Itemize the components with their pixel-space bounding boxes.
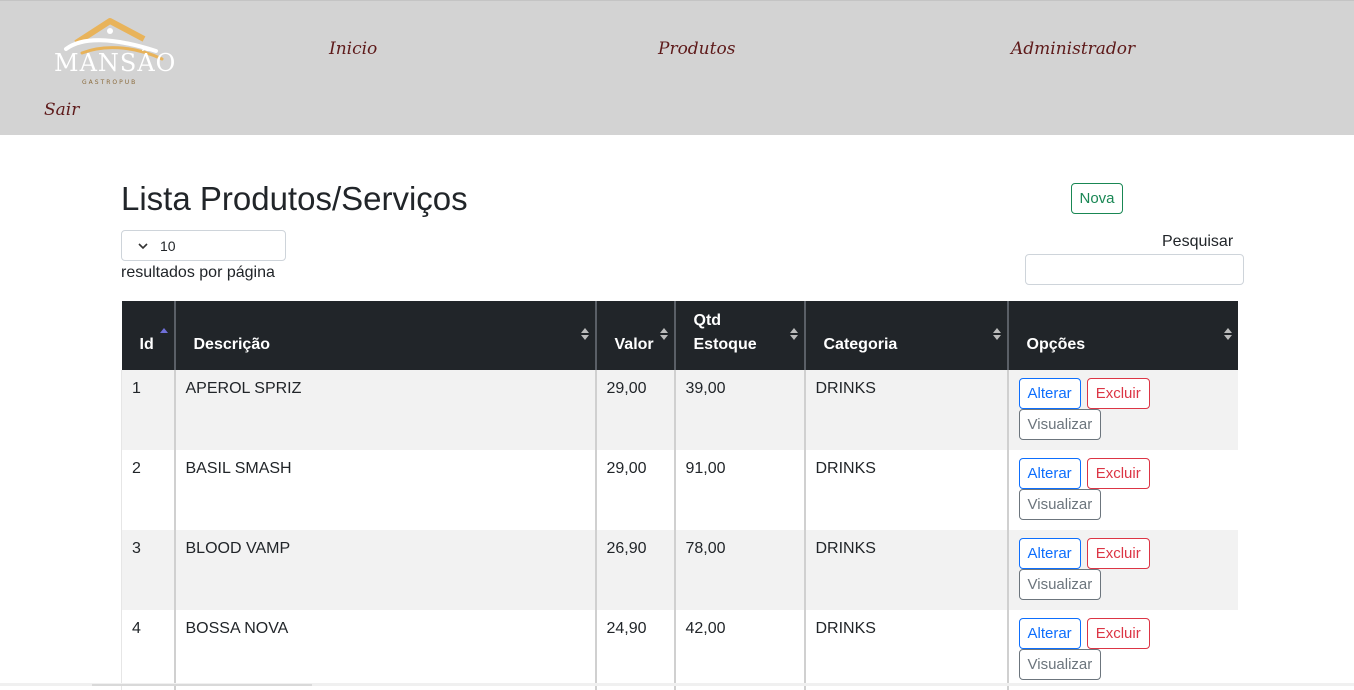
cell-descricao: BASIL SMASH (173, 450, 596, 530)
nav-administrador[interactable]: Administrador (1011, 39, 1135, 59)
cell-descricao: BLOOD VAMP (173, 530, 596, 610)
view-button[interactable]: Visualizar (1018, 489, 1102, 520)
column-header-label: Qtd Estoque (693, 312, 757, 353)
column-header-id[interactable]: Id (121, 301, 175, 370)
sort-icon (580, 328, 589, 340)
products-table: Id Descrição Valor Qtd Estoque Categoria… (121, 301, 1238, 690)
cell-qtd-estoque: 39,00 (673, 370, 805, 450)
table-header-row: Id Descrição Valor Qtd Estoque Categoria… (121, 301, 1238, 370)
cell-valor: 29,00 (594, 370, 675, 450)
chevron-down-icon (138, 242, 148, 249)
logo-text: MANSÃO (54, 49, 177, 77)
cell-opcoes: Alterar Excluir Visualizar (1006, 450, 1238, 530)
sort-icon (659, 328, 668, 340)
delete-button[interactable]: Excluir (1086, 538, 1150, 569)
column-header-label: Categoria (823, 336, 898, 353)
cell-opcoes: Alterar Excluir Visualizar (1006, 530, 1238, 610)
column-header-valor[interactable]: Valor (594, 301, 675, 370)
column-header-opcoes[interactable]: Opções (1006, 301, 1238, 370)
cell-valor: 26,90 (594, 530, 675, 610)
sort-ascending-icon (159, 328, 168, 333)
nav-inicio[interactable]: Inicio (329, 39, 377, 59)
cell-qtd-estoque: 42,00 (673, 610, 805, 690)
nav-produtos[interactable]: Produtos (658, 39, 735, 59)
cell-valor: 29,00 (594, 450, 675, 530)
nav-sair[interactable]: Sair (44, 100, 79, 120)
new-button[interactable]: Nova (1071, 183, 1123, 214)
cell-qtd-estoque: 78,00 (673, 530, 805, 610)
table-row: 2 BASIL SMASH 29,00 91,00 DRINKS Alterar… (121, 450, 1238, 530)
delete-button[interactable]: Excluir (1086, 378, 1150, 409)
cell-categoria: DRINKS (803, 530, 1008, 610)
table-row: 4 BOSSA NOVA 24,90 42,00 DRINKS Alterar … (121, 610, 1238, 690)
cell-id: 1 (121, 370, 175, 450)
sort-icon (1223, 328, 1232, 340)
cell-id: 3 (121, 530, 175, 610)
column-header-label: Opções (1026, 336, 1086, 353)
edit-button[interactable]: Alterar (1018, 378, 1081, 409)
cell-valor: 24,90 (594, 610, 675, 690)
cell-qtd-estoque: 91,00 (673, 450, 805, 530)
column-header-label: Valor (614, 336, 654, 353)
search-input[interactable] (1025, 254, 1244, 285)
sort-icon (992, 328, 1001, 340)
delete-button[interactable]: Excluir (1086, 458, 1150, 489)
logo-subtext: GASTROPUB (82, 79, 138, 86)
cell-descricao: APEROL SPRIZ (173, 370, 596, 450)
column-header-categoria[interactable]: Categoria (803, 301, 1008, 370)
cell-id: 4 (121, 610, 175, 690)
cell-id: 2 (121, 450, 175, 530)
search-label: Pesquisar (1162, 233, 1234, 250)
view-button[interactable]: Visualizar (1018, 649, 1102, 680)
view-button[interactable]: Visualizar (1018, 409, 1102, 440)
delete-button[interactable]: Excluir (1086, 618, 1150, 649)
top-navbar: MANSÃO GASTROPUB Inicio Produtos Adminis… (0, 0, 1354, 135)
table-row: 1 APEROL SPRIZ 29,00 39,00 DRINKS Altera… (121, 370, 1238, 450)
column-header-label: Descrição (193, 336, 271, 353)
cell-categoria: DRINKS (803, 450, 1008, 530)
cell-categoria: DRINKS (803, 370, 1008, 450)
cell-opcoes: Alterar Excluir Visualizar (1006, 370, 1238, 450)
mansao-logo[interactable]: MANSÃO GASTROPUB (52, 15, 176, 89)
cell-descricao: BOSSA NOVA (173, 610, 596, 690)
view-button[interactable]: Visualizar (1018, 569, 1102, 600)
column-header-qtd-estoque[interactable]: Qtd Estoque (673, 301, 805, 370)
cell-opcoes: Alterar Excluir Visualizar (1006, 610, 1238, 690)
per-page-select[interactable]: 10 (121, 230, 286, 261)
sort-icon (789, 328, 798, 340)
cell-categoria: DRINKS (803, 610, 1008, 690)
table-row: 3 BLOOD VAMP 26,90 78,00 DRINKS Alterar … (121, 530, 1238, 610)
page-title: Lista Produtos/Serviços (121, 180, 468, 217)
per-page-value: 10 (160, 237, 176, 254)
per-page-label: resultados por página (121, 264, 275, 281)
edit-button[interactable]: Alterar (1018, 618, 1081, 649)
edit-button[interactable]: Alterar (1018, 458, 1081, 489)
edit-button[interactable]: Alterar (1018, 538, 1081, 569)
column-header-descricao[interactable]: Descrição (173, 301, 596, 370)
column-header-label: Id (139, 336, 154, 353)
